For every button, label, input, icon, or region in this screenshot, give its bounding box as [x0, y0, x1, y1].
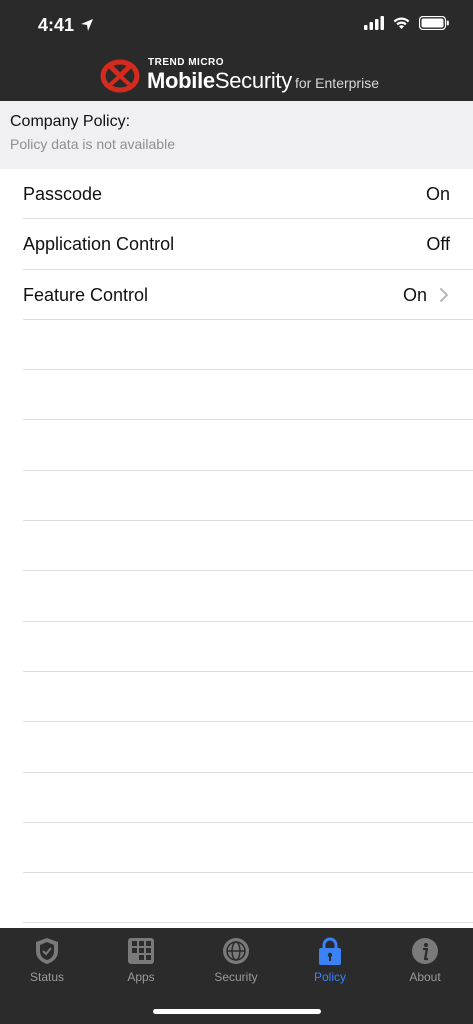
tab-policy[interactable]: Policy: [283, 928, 377, 988]
globe-icon: [223, 938, 249, 964]
policy-title: Company Policy:: [10, 113, 131, 130]
empty-row: [23, 571, 473, 622]
empty-row: [23, 320, 473, 371]
status-time: 4:41: [38, 15, 75, 35]
row-value: On: [402, 284, 427, 305]
empty-row: [23, 420, 473, 471]
status-indicators: [364, 16, 449, 30]
policy-row-passcode: Passcode On: [23, 169, 473, 220]
battery-icon: [419, 16, 449, 30]
policy-list: Passcode On Application Control Off Feat…: [0, 169, 473, 924]
tab-label: Policy: [313, 970, 346, 984]
tab-about[interactable]: About: [378, 928, 472, 988]
policy-subtitle: Policy data is not available: [10, 136, 175, 152]
brand-product-name: MobileSecurity for Enterprise: [147, 68, 379, 94]
company-policy-banner: Company Policy: Policy data is not avail…: [0, 101, 473, 169]
apps-grid-icon: [128, 938, 154, 964]
empty-row: [23, 672, 473, 723]
wifi-icon: [393, 17, 410, 29]
home-indicator[interactable]: [153, 1009, 321, 1014]
tab-label: Apps: [127, 970, 155, 984]
trend-micro-logo-icon: [100, 59, 140, 93]
brand-security-text: Security: [214, 68, 292, 93]
row-value: On: [425, 184, 450, 204]
policy-row-feature-control[interactable]: Feature Control On: [23, 270, 473, 320]
empty-row: [23, 471, 473, 522]
tab-label: Status: [29, 970, 65, 984]
chevron-right-icon: [440, 287, 448, 302]
brand-enterprise-text: for Enterprise: [294, 75, 379, 91]
tab-apps[interactable]: Apps: [94, 928, 188, 988]
tab-label: About: [409, 970, 441, 984]
row-label: Application Control: [23, 234, 175, 255]
cellular-signal-icon: [364, 16, 384, 30]
empty-row: [23, 722, 473, 773]
empty-row: [23, 773, 473, 823]
tab-label: Security: [214, 970, 258, 984]
row-label: Passcode: [23, 184, 103, 204]
brand-mobile-text: Mobile: [147, 68, 215, 93]
empty-row: [23, 823, 473, 874]
empty-row: [23, 521, 473, 572]
tab-status[interactable]: Status: [0, 928, 94, 988]
shield-icon: [36, 938, 58, 964]
empty-row: [23, 873, 473, 924]
brand-company: TREND MICRO: [148, 57, 225, 68]
info-icon: [412, 938, 438, 964]
lock-icon: [319, 937, 341, 965]
row-value: Off: [426, 234, 450, 255]
row-label: Feature Control: [23, 284, 149, 305]
app-header: 4:41 TREND MICRO MobileSecurity for Ente…: [0, 0, 473, 101]
tab-security[interactable]: Security: [189, 928, 283, 988]
location-arrow-icon: [81, 19, 93, 31]
trend-micro-brand: TREND MICRO MobileSecurity for Enterprise: [100, 56, 380, 96]
empty-row: [23, 622, 473, 672]
empty-row: [23, 370, 473, 421]
policy-row-application-control: Application Control Off: [23, 219, 473, 270]
